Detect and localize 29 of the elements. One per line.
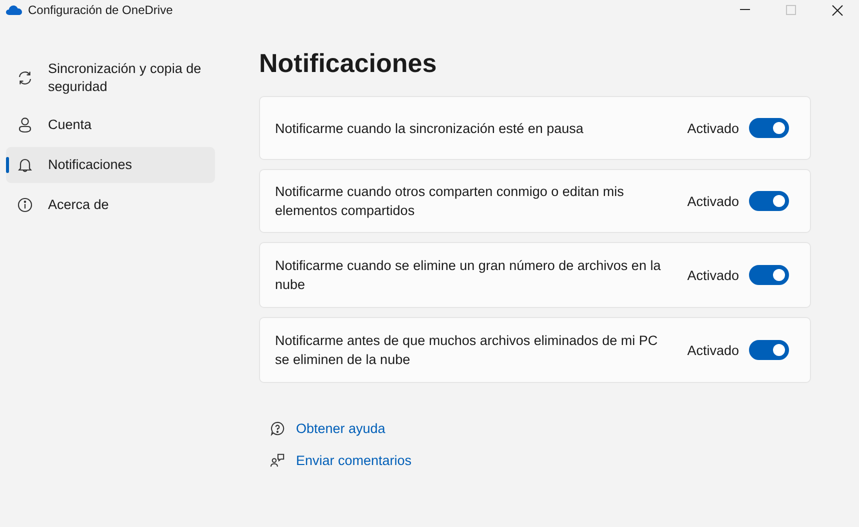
setting-label: Notificarme cuando la sincronización esté en pausa [275,120,584,138]
info-icon [17,197,33,213]
setting-label: Notificarme cuando se elimine un gran número de archivos en la nube [275,257,662,294]
toggle-state-label: Activado [687,194,739,208]
feedback-icon [270,453,285,468]
setting-label: Notificarme cuando otros comparten conmigo o editan mis elementos compartidos [275,183,625,220]
sync-icon [17,70,33,86]
person-icon [17,117,33,133]
setting-label: Notificarme antes de que muchos archivos eliminados de mi PC se eliminen de la nube [275,332,659,369]
toggle-switch[interactable] [749,191,789,211]
sidebar-item[interactable]: Sincronización y copia de seguridad [6,53,215,103]
minimize-icon[interactable] [740,9,750,11]
cloud-icon [6,5,22,15]
toggle-switch[interactable] [749,118,789,138]
sidebar-item[interactable]: Notificaciones [6,147,215,183]
toggle-state-label: Activado [687,342,739,358]
help-icon [270,421,285,436]
bell-icon [17,157,33,173]
toggle-switch[interactable] [749,265,789,285]
close-icon[interactable] [832,4,843,16]
toggle-switch[interactable] [749,340,789,360]
toggle-state-label: Activado [687,120,739,136]
help-link[interactable]: Enviar comentarios [296,453,412,468]
sidebar-item[interactable]: Acerca de [6,187,215,223]
help-link[interactable]: Obtener ayuda [296,421,386,436]
page-title: Notificaciones [259,47,438,79]
sidebar-item[interactable]: Cuenta [6,107,215,143]
window-title: Configuración de OneDrive [28,3,173,17]
toggle-state-label: Activado [687,268,739,282]
